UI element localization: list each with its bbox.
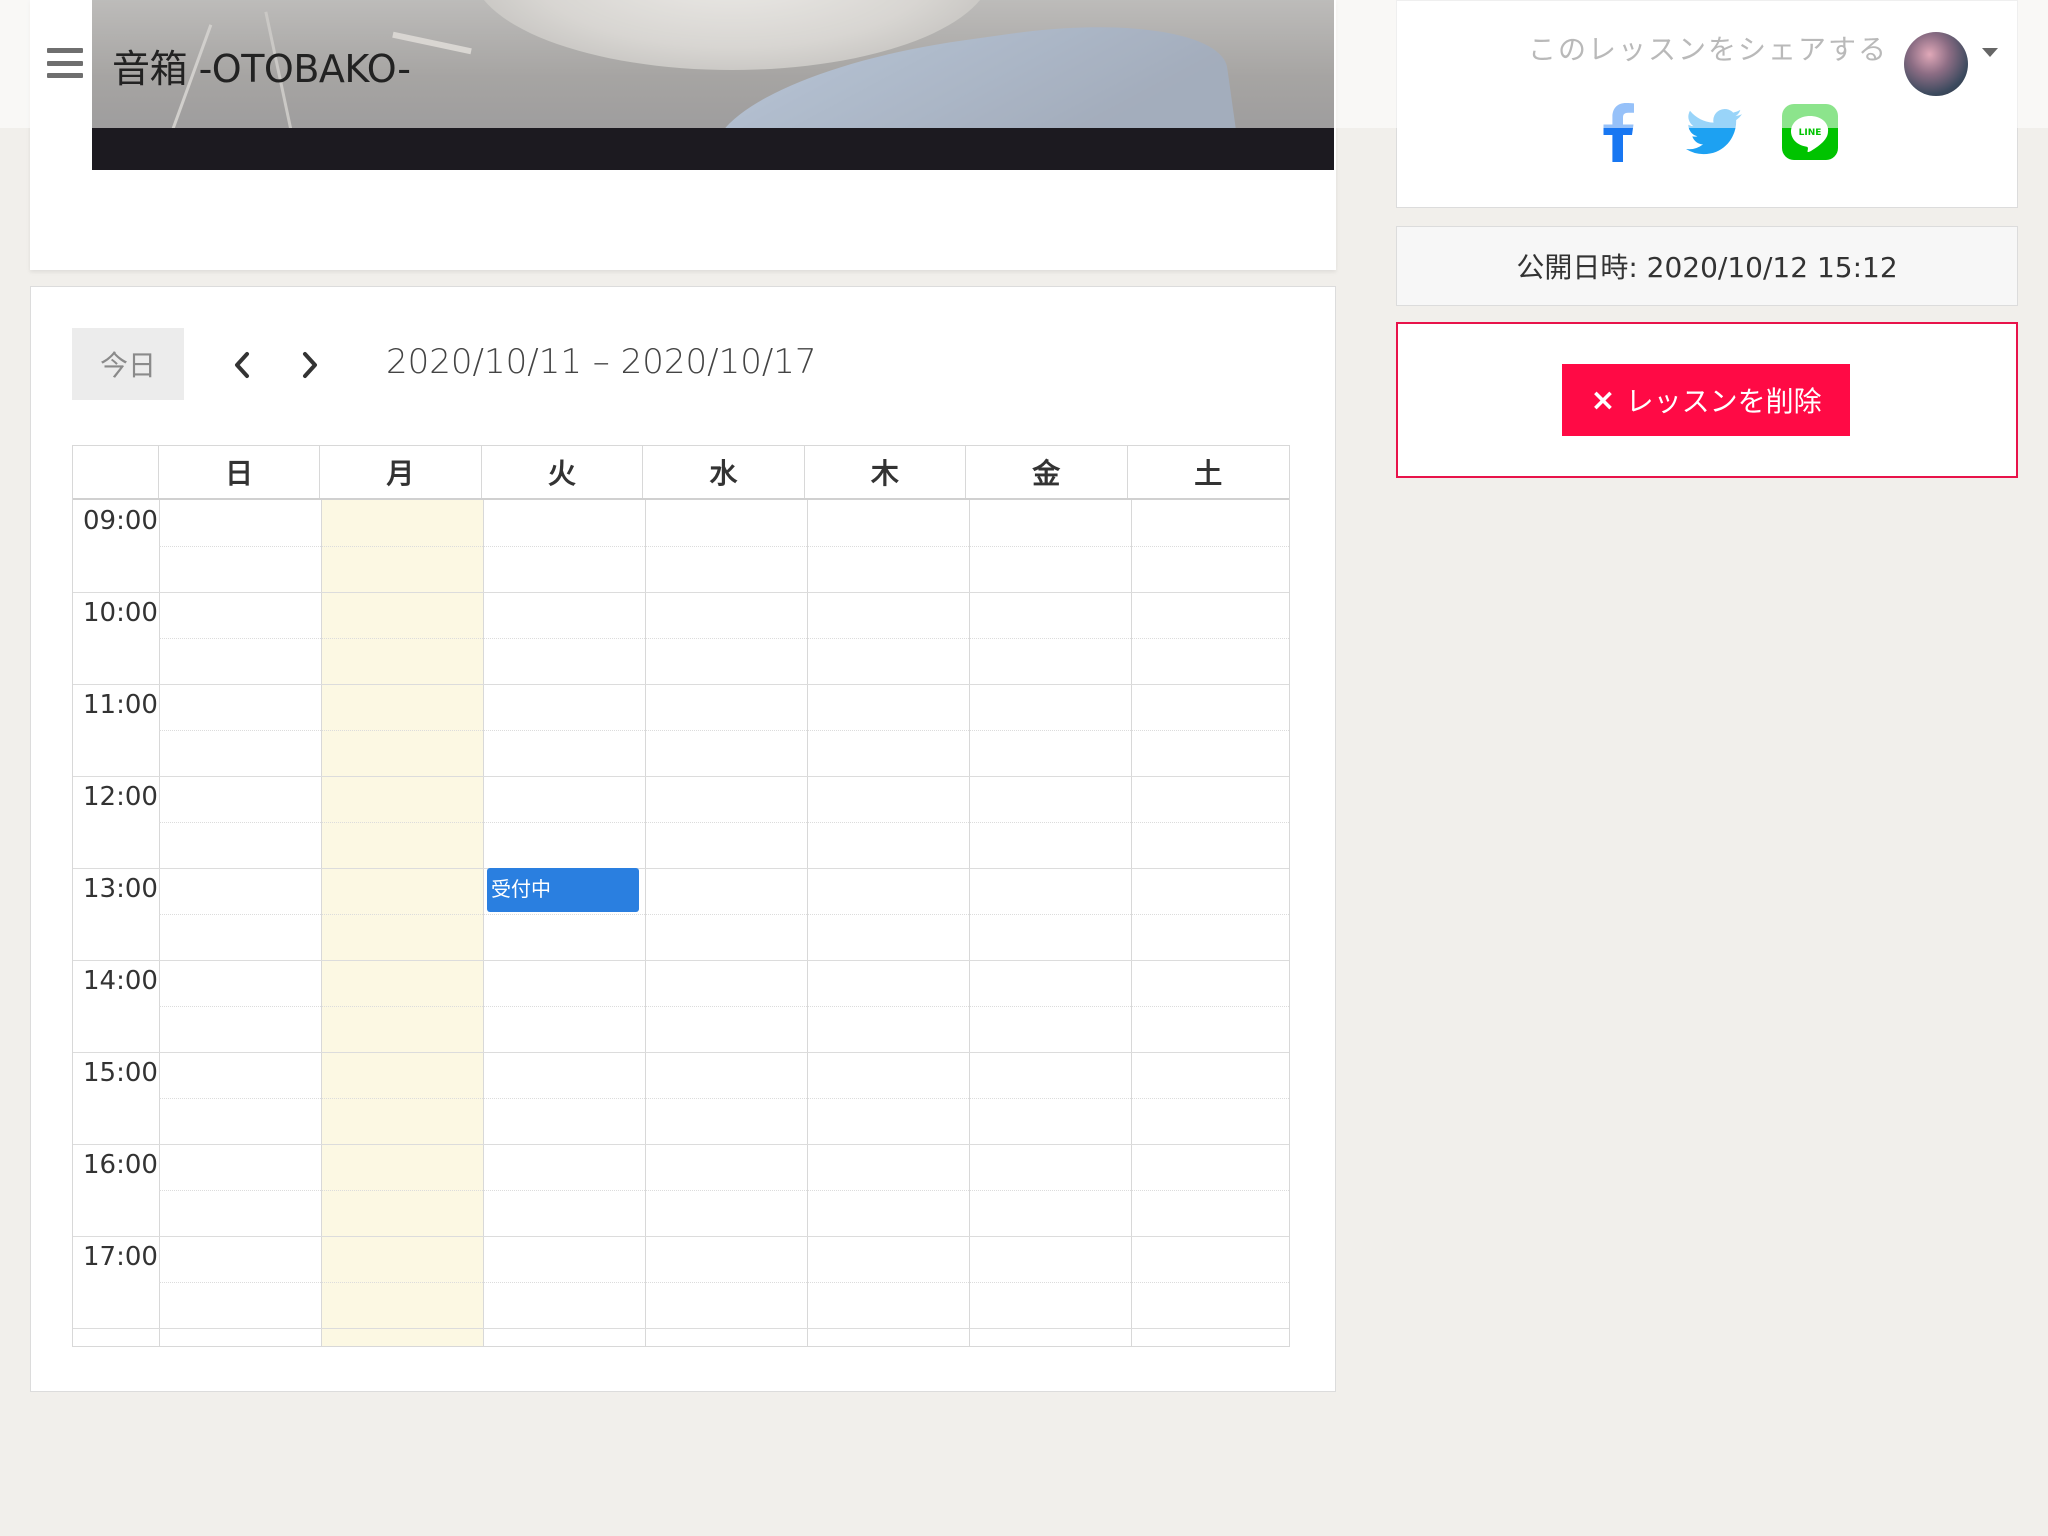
- day-column-divider: [807, 500, 808, 1346]
- time-label: 13:00: [83, 874, 158, 904]
- published-date: 公開日時: 2020/10/12 15:12: [1396, 226, 2018, 306]
- calendar-card: 今日 2020/10/11 – 2020/10/17 日 月 火 水 木 金 土…: [30, 286, 1336, 1392]
- chevron-down-icon[interactable]: [1982, 48, 1998, 57]
- time-label: 16:00: [83, 1150, 158, 1180]
- day-header-tue: 火: [482, 446, 644, 498]
- day-column-divider: [483, 500, 484, 1346]
- time-label: 10:00: [83, 598, 158, 628]
- day-header-mon: 月: [320, 446, 482, 498]
- day-column-divider: [645, 500, 646, 1346]
- time-label: 12:00: [83, 782, 158, 812]
- close-icon: ×: [1590, 382, 1616, 418]
- calendar-event[interactable]: 受付中: [487, 868, 639, 912]
- hour-gridline: [73, 776, 1289, 777]
- time-label: 11:00: [83, 690, 158, 720]
- share-label: このレッスンをシェアする: [1528, 33, 1889, 66]
- hour-gridline: [73, 684, 1289, 685]
- delete-lesson-label: レッスンを削除: [1625, 385, 1822, 418]
- hour-gridline: [73, 1144, 1289, 1145]
- hour-gridline: [73, 592, 1289, 593]
- day-column-divider: [969, 500, 970, 1346]
- hour-gridline: [73, 960, 1289, 961]
- day-header-sat: 土: [1194, 457, 1223, 490]
- delete-card: × レッスンを削除: [1396, 322, 2018, 478]
- hour-gridline: [73, 1052, 1289, 1053]
- time-label: 17:00: [83, 1242, 158, 1272]
- hour-gridline: [73, 1328, 1289, 1329]
- published-date-text: 公開日時: 2020/10/12 15:12: [1516, 251, 1898, 284]
- hour-gridline: [73, 868, 1289, 869]
- time-label: 14:00: [83, 966, 158, 996]
- date-range: 2020/10/11 – 2020/10/17: [386, 342, 817, 382]
- delete-lesson-button[interactable]: × レッスンを削除: [1562, 364, 1850, 436]
- day-column-divider: [159, 500, 160, 1346]
- svg-text:LINE: LINE: [1799, 128, 1822, 138]
- chevron-right-icon[interactable]: [295, 345, 325, 385]
- chevron-left-icon[interactable]: [227, 345, 257, 385]
- day-header-thu: 木: [805, 446, 967, 498]
- hamburger-menu-icon[interactable]: [47, 48, 83, 78]
- hour-gridline: [73, 1236, 1289, 1237]
- half-hour-gridline: [159, 638, 1289, 639]
- user-avatar[interactable]: [1904, 32, 1968, 96]
- day-header-sun: 日: [159, 446, 321, 498]
- day-column-divider: [1131, 500, 1132, 1346]
- day-header-wed: 水: [643, 446, 805, 498]
- calendar-body: 09:00 10:00 11:00 12:00 13:00 14:00 15:00 16:00…: [73, 500, 1289, 1346]
- half-hour-gridline: [159, 1098, 1289, 1099]
- half-hour-gridline: [159, 546, 1289, 547]
- site-brand[interactable]: 音箱 -OTOBAKO-: [112, 38, 411, 93]
- time-label: 15:00: [83, 1058, 158, 1088]
- half-hour-gridline: [159, 730, 1289, 731]
- half-hour-gridline: [159, 1006, 1289, 1007]
- half-hour-gridline: [159, 914, 1289, 915]
- half-hour-gridline: [159, 1282, 1289, 1283]
- day-column-divider: [321, 500, 322, 1346]
- half-hour-gridline: [159, 1190, 1289, 1191]
- week-calendar: 日 月 火 水 木 金 土 09:00 10:00 11:00 12:00 13:00 1…: [72, 445, 1290, 1347]
- time-label: 09:00: [83, 506, 158, 536]
- today-button[interactable]: 今日: [72, 328, 184, 400]
- half-hour-gridline: [159, 822, 1289, 823]
- calendar-header: 日 月 火 水 木 金 土: [73, 446, 1289, 500]
- day-header-fri: 金: [966, 446, 1128, 498]
- today-column-highlight: [321, 500, 483, 1346]
